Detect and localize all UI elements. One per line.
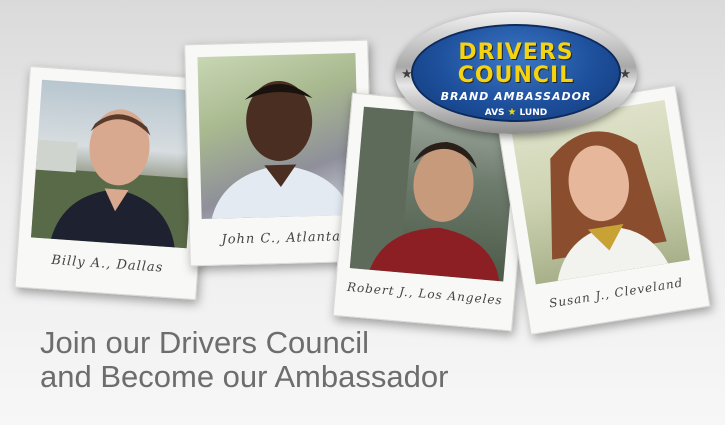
- person-illustration: [31, 109, 192, 249]
- badge-title-drivers: DRIVERS: [458, 40, 574, 65]
- badge-subtitle: BRAND AMBASSADOR: [440, 90, 592, 103]
- badge-brands: AVS ★ LUND: [395, 107, 637, 118]
- polaroid-billy: Billy A., Dallas: [14, 65, 212, 301]
- caption-billy: Billy A., Dallas: [50, 252, 164, 276]
- brand-lund: LUND: [519, 108, 548, 118]
- badge-title-council: COUNCIL: [457, 63, 575, 88]
- headline-line-1: Join our Drivers Council: [40, 325, 370, 360]
- headline: Join our Drivers Council and Become our …: [40, 326, 448, 394]
- drivers-council-badge: ★ ★ DRIVERS COUNCIL BRAND AMBASSADOR AVS…: [395, 12, 637, 134]
- drivers-council-banner[interactable]: Billy A., Dallas John C., Atlanta Robert…: [0, 0, 725, 425]
- photo-john: [197, 52, 360, 220]
- photo-billy: [31, 79, 198, 249]
- caption-robert: Robert J., Los Angeles: [346, 279, 504, 308]
- headline-line-2: and Become our Ambassador: [40, 359, 449, 394]
- person-illustration: [211, 80, 352, 219]
- star-icon: ★: [507, 107, 517, 118]
- brand-avs: AVS: [484, 108, 505, 118]
